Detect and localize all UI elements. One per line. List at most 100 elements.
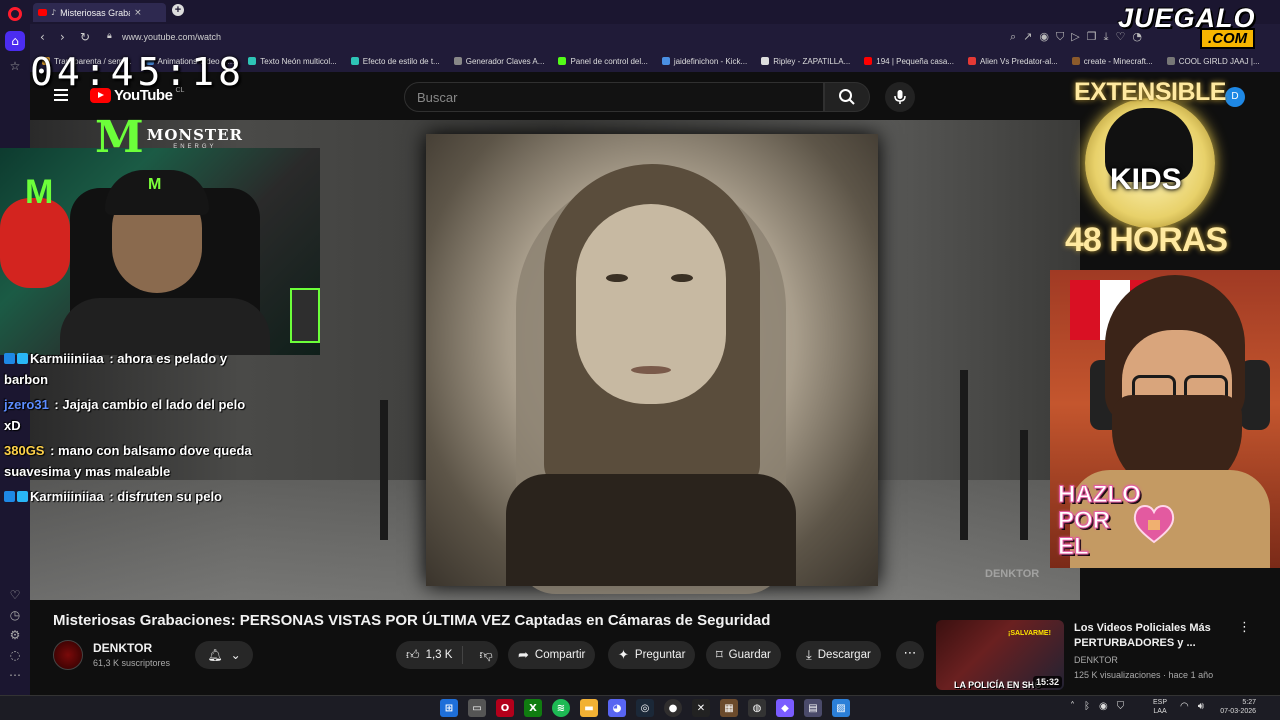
bookmark-item[interactable]: 194 | Pequeña casa... (864, 57, 954, 66)
more-icon[interactable]: ⋯ (5, 665, 25, 685)
extensions-icon[interactable]: ❐ (1087, 30, 1097, 44)
search-icon[interactable]: ⌕ (1010, 30, 1016, 44)
opera-logo-icon[interactable] (8, 7, 22, 21)
tab-youtube[interactable]: ♪ Misteriosas Grabacion × (33, 3, 166, 22)
close-icon[interactable]: × (134, 8, 142, 18)
spotify-icon[interactable]: ≋ (552, 699, 570, 717)
camera-icon[interactable]: ◉ (1039, 30, 1049, 44)
speaker-icon[interactable]: ♪ (51, 8, 56, 17)
channel-watermark: DENKTOR (985, 568, 1040, 580)
bookmark-item[interactable]: COOL GIRLD JAAJ |... (1166, 57, 1260, 66)
bookmark-item[interactable]: Ripley - ZAPATILLA... (761, 57, 850, 66)
minecraft-icon[interactable]: ▦ (720, 699, 738, 717)
subscriber-count: 61,3 K suscriptores (93, 658, 171, 668)
bookmark-item[interactable]: create - Minecraft... (1071, 57, 1153, 66)
recommended-menu-icon[interactable]: ⋮ (1238, 620, 1251, 635)
bookmark-item[interactable]: Alien Vs Predator-al... (967, 57, 1058, 66)
clock-date[interactable]: 5:27 07-03-2026 (1212, 698, 1256, 716)
photos-icon[interactable]: ▨ (832, 699, 850, 717)
search-input[interactable]: Buscar (404, 82, 824, 112)
save-button[interactable]: ⌑ Guardar (706, 641, 781, 669)
recommended-channel[interactable]: DENKTOR (1074, 655, 1118, 665)
search-button[interactable] (824, 82, 870, 112)
obs-icon[interactable]: ● (664, 699, 682, 717)
duration-badge: 15:32 (1032, 676, 1062, 688)
ask-button[interactable]: ✦ Preguntar (608, 641, 696, 669)
share-button[interactable]: ➦ Compartir (508, 641, 596, 669)
settings-icon[interactable]: ⚙ (5, 625, 25, 645)
steam-icon[interactable]: ◎ (636, 699, 654, 717)
tab-bar: ♪ Misteriosas Grabacion × + (30, 0, 1280, 24)
home-icon[interactable]: ⌂ (5, 31, 25, 51)
like-button[interactable]: 👍︎ 1,3 K (396, 646, 464, 664)
bookmark-favicon-icon (350, 57, 359, 65)
like-count: 1,3 K (425, 649, 453, 661)
portrait-scarf (506, 474, 796, 586)
bookmark-item[interactable]: jaidefinichon - Kick... (661, 57, 747, 66)
share-icon[interactable]: ↗ (1023, 30, 1032, 44)
pin-icon[interactable]: ☆ (5, 56, 25, 76)
system-tray: ˄ ᛒ ◉ ⛉ (1070, 701, 1124, 712)
bookmark-favicon-icon (864, 57, 873, 65)
play-icon[interactable]: ▷ (1071, 30, 1079, 44)
bookmark-favicon-icon (1166, 57, 1175, 65)
new-tab-button[interactable]: + (172, 4, 184, 16)
folder-icon[interactable]: ▬ (580, 699, 598, 717)
youtube-favicon-icon (38, 9, 47, 16)
taskbar-date: 07-03-2026 (1220, 708, 1256, 715)
chat-username: 380GS (4, 443, 45, 458)
bookmark-favicon-icon (453, 57, 462, 65)
shield-icon[interactable]: ⛉ (1056, 30, 1064, 44)
dislike-button[interactable]: 👎︎ (469, 648, 492, 663)
recommended-thumbnail[interactable]: ¡SALVARME! LA POLICÍA EN SHO 15:32 (936, 620, 1064, 690)
bookmark-item[interactable]: Generador Claves A... (453, 57, 544, 66)
task-view-icon[interactable]: ▭ (468, 699, 486, 717)
lightbulb-icon[interactable]: ◌ (5, 645, 25, 665)
video-tree (960, 370, 968, 540)
windows-start-icon[interactable]: ⊞ (440, 699, 458, 717)
like-dislike-group: 👍︎ 1,3 K 👎︎ (396, 641, 498, 669)
language-indicator[interactable]: ESP LAA (1153, 698, 1167, 716)
taskbar-apps: ⊞ ▭ O X ≋ ▬ ◕ ◎ ● ✕ ▦ ◍ ◆ ▤ ▨ (440, 699, 850, 717)
bookmark-item[interactable]: Panel de control del... (558, 57, 648, 66)
volume-icon[interactable]: 🔊︎ (1198, 701, 1204, 712)
video-tree (380, 400, 388, 540)
shield-tray-icon[interactable]: ⛉ (1117, 701, 1125, 712)
notepad-icon[interactable]: ▤ (804, 699, 822, 717)
chrome-icon[interactable]: ◍ (748, 699, 766, 717)
download-icon[interactable]: ⤓ (1104, 30, 1109, 44)
chat-message: Karmiiiniiaa : disfruten su pelo (0, 486, 258, 507)
address-bar: ‹ › ↻ 🔒︎ www.youtube.com/watch ⌕ ↗ ◉ ⛉ ▷… (30, 24, 1280, 50)
url-field[interactable]: www.youtube.com/watch (122, 32, 221, 42)
bookmark-item[interactable]: Texto Neón multicol... (248, 57, 337, 66)
opera-icon[interactable]: O (496, 699, 514, 717)
app-icon[interactable]: ◆ (776, 699, 794, 717)
download-button[interactable]: ⤓ Descargar (796, 641, 881, 669)
channel-avatar[interactable] (53, 640, 83, 670)
recommended-title[interactable]: Los Videos Policiales Más PERTURBADORES … (1074, 621, 1224, 651)
discord-icon[interactable]: ◕ (608, 699, 626, 717)
heart-icon (1133, 505, 1175, 544)
more-actions-button[interactable]: ⋯ (896, 641, 924, 669)
chevron-up-icon[interactable]: ˄ (1070, 701, 1075, 712)
forward-icon[interactable]: › (60, 30, 65, 44)
chat-username: Karmiiiniiaa (30, 489, 104, 504)
bookmark-item[interactable]: Efecto de estilo de t... (350, 57, 440, 66)
portrait-eye (671, 274, 693, 282)
channel-name[interactable]: DENKTOR (93, 641, 152, 655)
wifi-icon[interactable]: ◠ (1180, 701, 1189, 712)
reload-icon[interactable]: ↻ (80, 30, 90, 44)
xbox-icon[interactable]: X (524, 699, 542, 717)
bluetooth-icon[interactable]: ᛒ (1084, 701, 1090, 712)
capcut-icon[interactable]: ✕ (692, 699, 710, 717)
voice-search-button[interactable] (885, 82, 915, 112)
juegalo-com-badge: .COM (1200, 28, 1256, 49)
notifications-button[interactable]: 🔔︎ ⌄ (195, 641, 253, 669)
video-tree (1020, 430, 1028, 540)
steam-tray-icon[interactable]: ◉ (1099, 701, 1108, 712)
back-icon[interactable]: ‹ (40, 30, 45, 44)
recommended-meta: 125 K visualizaciones · hace 1 año (1074, 670, 1214, 680)
history-icon[interactable]: ◷ (5, 605, 25, 625)
heart-icon[interactable]: ♡ (5, 585, 25, 605)
chat-badge-icon (4, 491, 15, 502)
